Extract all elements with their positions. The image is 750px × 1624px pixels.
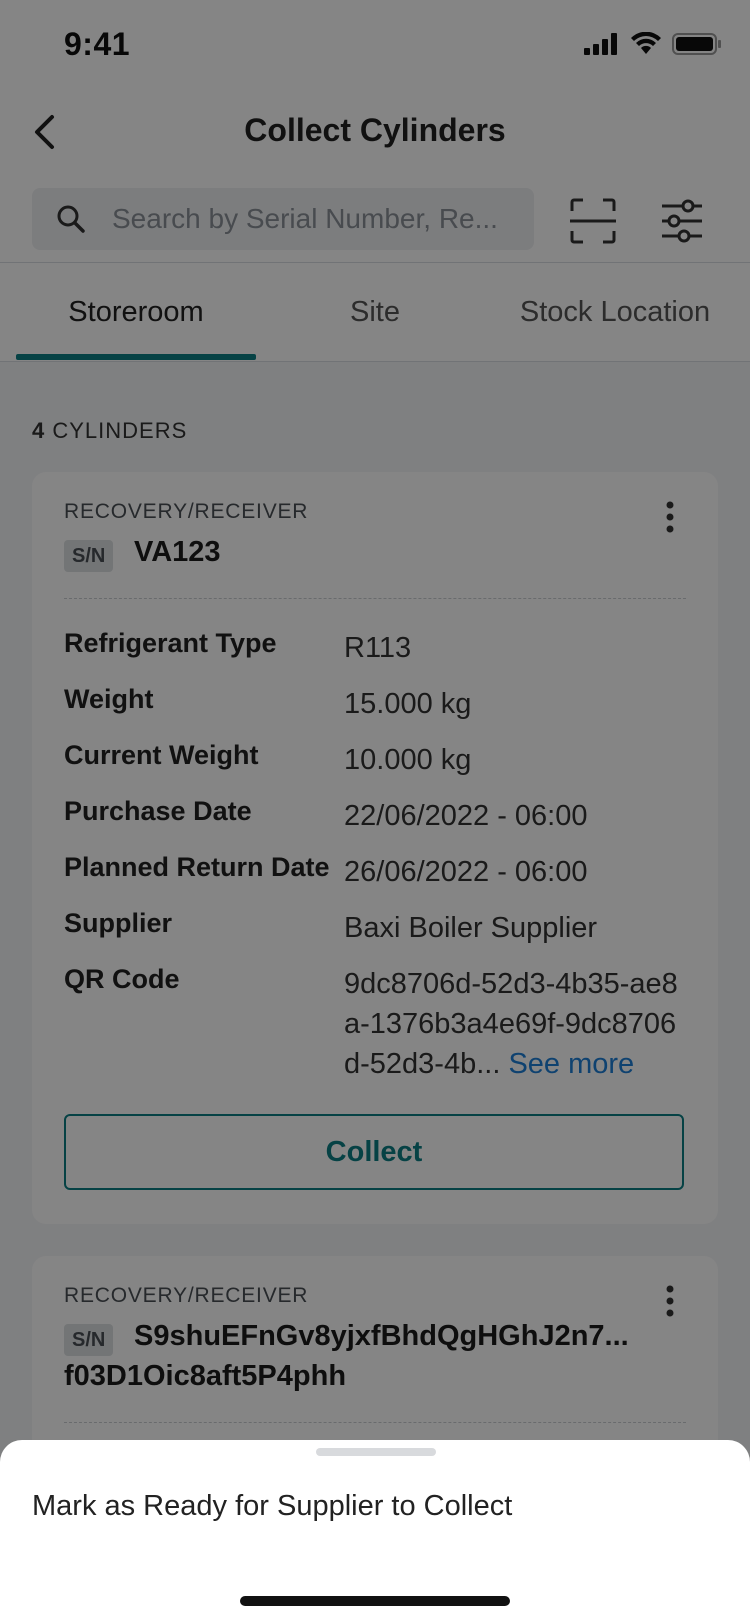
home-indicator <box>240 1596 510 1606</box>
sheet-grabber-handle[interactable] <box>316 1448 436 1456</box>
app-screen: 9:41 Collect Cylinders Search by Serial … <box>0 0 750 1624</box>
mark-ready-option[interactable]: Mark as Ready for Supplier to Collect <box>32 1490 512 1523</box>
modal-overlay[interactable] <box>0 0 750 1624</box>
